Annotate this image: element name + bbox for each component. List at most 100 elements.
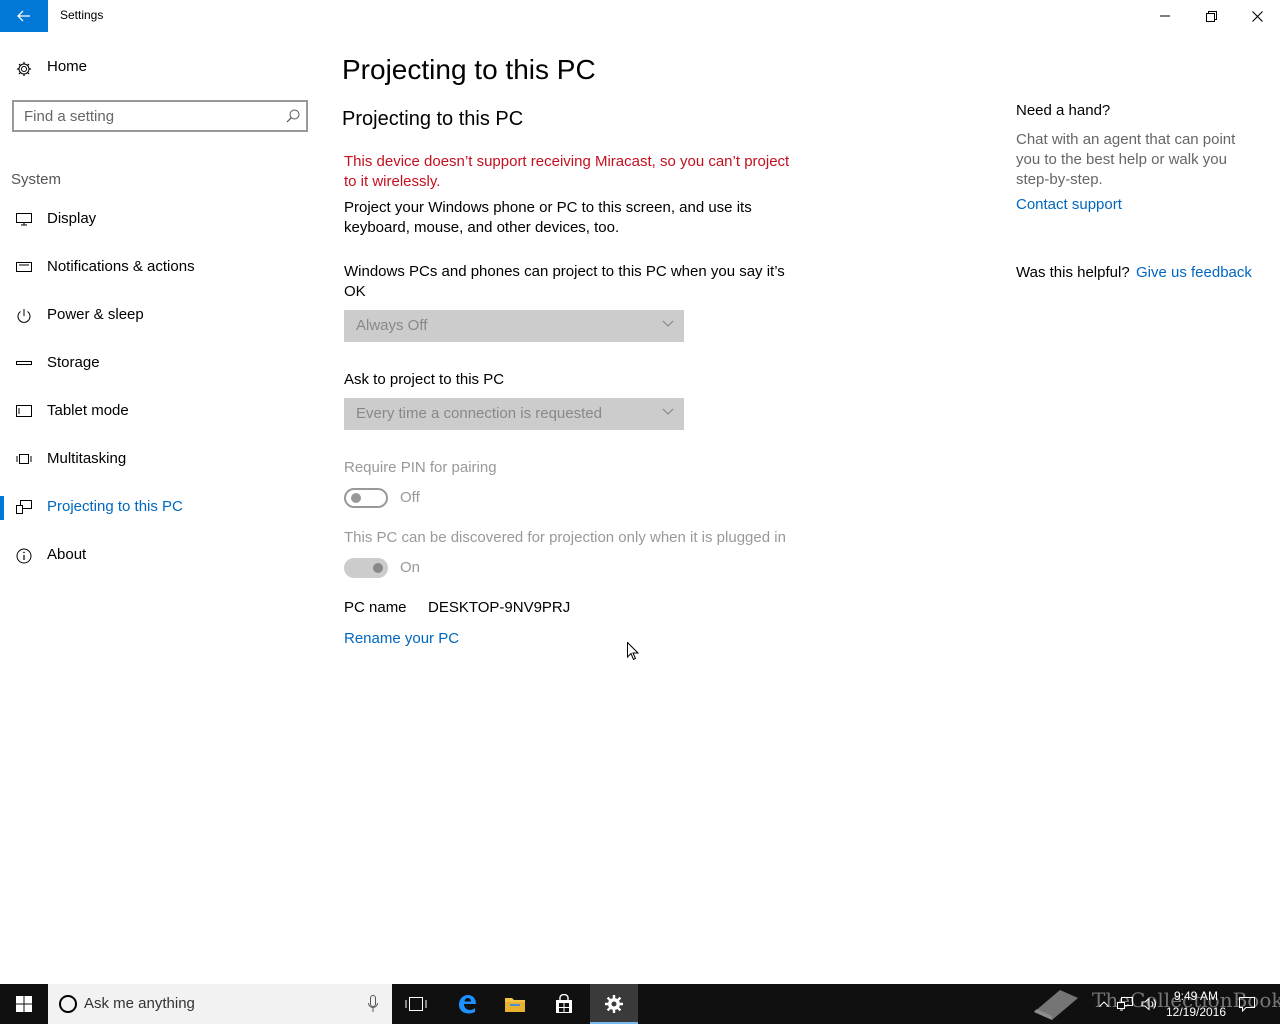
sidebar-item-multitasking[interactable]: Multitasking	[0, 440, 320, 480]
storage-icon	[16, 356, 32, 370]
miracast-warning: This device doesn’t support receiving Mi…	[344, 153, 790, 190]
section-title: Projecting to this PC	[342, 108, 524, 130]
back-arrow-icon	[17, 10, 30, 22]
toggle-knob	[351, 493, 361, 503]
tablet-icon	[16, 404, 32, 418]
sidebar-item-label: Storage	[47, 354, 100, 371]
clock-date: 12/19/2016	[1165, 1005, 1227, 1019]
require-pin-toggle[interactable]	[344, 488, 388, 508]
sidebar-item-label: About	[47, 546, 87, 563]
action-center-button[interactable]	[1236, 984, 1258, 1024]
edge-button[interactable]	[443, 984, 491, 1024]
task-view-icon	[405, 997, 427, 1011]
section-label-system: System	[11, 171, 62, 188]
contact-support-link[interactable]: Contact support	[1016, 196, 1122, 213]
sidebar-item-label: Projecting to this PC	[47, 498, 183, 515]
info-icon	[16, 548, 32, 564]
clock-time: 9:49 AM	[1173, 989, 1219, 1003]
projection-description: Project your Windows phone or PC to this…	[344, 199, 752, 236]
ask-to-project-dropdown[interactable]: Every time a connection is requested	[344, 398, 684, 430]
monitor-icon	[16, 212, 32, 226]
rename-pc-link[interactable]: Rename your PC	[344, 630, 459, 647]
volume-icon	[1141, 997, 1156, 1011]
sidebar-item-home[interactable]: Home	[0, 52, 320, 84]
search-input[interactable]	[14, 102, 284, 130]
plugged-in-state: On	[400, 559, 421, 576]
sidebar-item-label: Multitasking	[47, 450, 127, 467]
sidebar-item-power-sleep[interactable]: Power & sleep	[0, 296, 320, 336]
store-bag-icon	[556, 994, 572, 1013]
sidebar-item-about[interactable]: About	[0, 536, 320, 576]
cortana-icon	[58, 994, 78, 1014]
project-when-value: Always Off	[356, 317, 428, 334]
sidebar-item-label: Display	[47, 210, 97, 227]
windows-logo-icon	[16, 996, 32, 1012]
mouse-cursor-icon	[627, 642, 639, 661]
chevron-down-icon	[662, 408, 674, 416]
sidebar-item-label: Home	[47, 58, 88, 75]
settings-search-box	[12, 100, 308, 132]
tray-overflow-button[interactable]	[1094, 984, 1114, 1024]
pc-name-value: DESKTOP-9NV9PRJ	[428, 599, 571, 616]
sidebar-item-tablet-mode[interactable]: Tablet mode	[0, 392, 320, 432]
toggle-knob	[373, 563, 383, 573]
minimize-icon	[1160, 15, 1170, 17]
sidebar-item-projecting[interactable]: Projecting to this PC	[0, 488, 320, 528]
pc-name-label: PC name	[344, 599, 407, 616]
active-indicator	[0, 496, 4, 520]
multitasking-icon	[16, 452, 32, 466]
action-center-icon	[1239, 997, 1255, 1012]
taskbar: Ask me anything TheCollectionBook 9:49 A…	[0, 984, 1280, 1024]
help-text: Chat with an agent that can point you to…	[1016, 131, 1236, 188]
minimize-button[interactable]	[1142, 0, 1188, 32]
sidebar-item-label: Tablet mode	[47, 402, 129, 419]
app-title: Settings	[60, 8, 104, 22]
close-button[interactable]	[1234, 0, 1280, 32]
network-icon	[1117, 997, 1133, 1011]
project-when-dropdown[interactable]: Always Off	[344, 310, 684, 342]
page-title: Projecting to this PC	[342, 54, 596, 85]
projecting-icon	[16, 500, 32, 514]
plugged-in-toggle[interactable]	[344, 558, 388, 578]
folder-icon	[505, 998, 525, 1012]
gear-icon	[605, 995, 623, 1013]
sidebar-item-label: Notifications & actions	[47, 258, 195, 275]
task-view-button[interactable]	[392, 984, 440, 1024]
helpful-label: Was this helpful?	[1016, 264, 1130, 281]
sidebar-item-display[interactable]: Display	[0, 200, 320, 240]
ask-to-project-label: Ask to project to this PC	[344, 371, 505, 388]
taskbar-clock[interactable]: 9:49 AM 12/19/2016	[1156, 988, 1236, 1020]
chevron-up-icon	[1099, 1001, 1109, 1007]
plugged-in-label: This PC can be discovered for projection…	[344, 529, 786, 546]
require-pin-state: Off	[400, 489, 420, 506]
close-icon	[1251, 10, 1263, 22]
gear-icon	[16, 61, 32, 77]
power-icon	[16, 308, 32, 324]
sidebar-item-label: Power & sleep	[47, 306, 144, 323]
book-icon	[1030, 986, 1082, 1022]
notification-icon	[16, 260, 32, 274]
ask-to-project-value: Every time a connection is requested	[356, 405, 602, 422]
file-explorer-button[interactable]	[491, 984, 539, 1024]
project-when-label: Windows PCs and phones can project to th…	[344, 263, 785, 300]
restore-button[interactable]	[1188, 0, 1234, 32]
sidebar-item-storage[interactable]: Storage	[0, 344, 320, 384]
chevron-down-icon	[662, 320, 674, 328]
sidebar: Home System Display Notifications & acti…	[0, 32, 320, 984]
network-button[interactable]	[1114, 984, 1136, 1024]
settings-taskbar-button[interactable]	[590, 984, 638, 1024]
sidebar-item-notifications[interactable]: Notifications & actions	[0, 248, 320, 288]
cortana-search-text: Ask me anything	[84, 995, 195, 1012]
start-button[interactable]	[0, 984, 48, 1024]
restore-icon	[1205, 10, 1217, 22]
edge-icon	[459, 995, 476, 1014]
cortana-search-box[interactable]: Ask me anything	[48, 984, 392, 1024]
store-button[interactable]	[540, 984, 588, 1024]
back-button[interactable]	[0, 0, 48, 32]
require-pin-label: Require PIN for pairing	[344, 459, 497, 476]
microphone-icon[interactable]	[368, 995, 378, 1013]
title-bar: Settings	[0, 0, 1280, 32]
give-feedback-link[interactable]: Give us feedback	[1136, 264, 1252, 281]
help-title: Need a hand?	[1016, 102, 1111, 119]
search-icon[interactable]	[286, 109, 300, 123]
